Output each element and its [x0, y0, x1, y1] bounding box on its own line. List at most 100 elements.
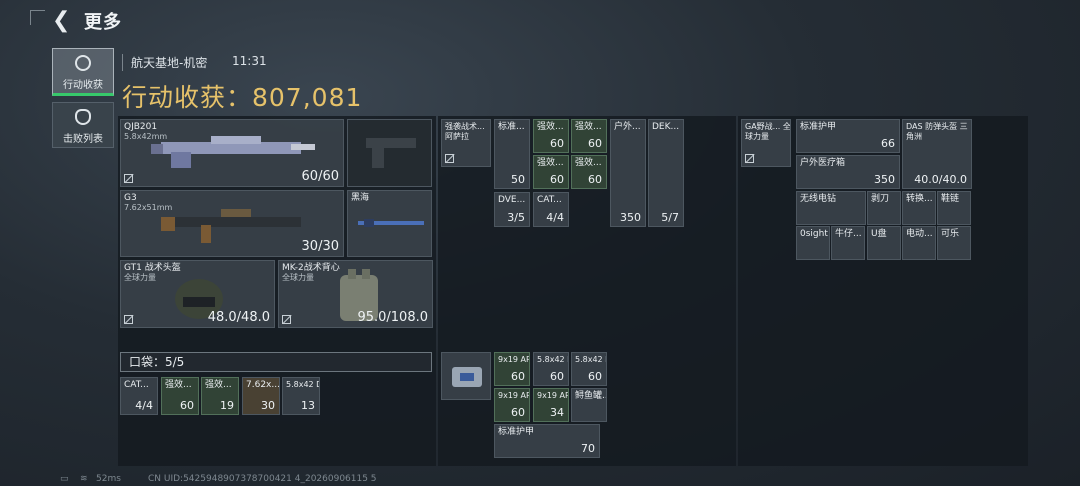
rig-item[interactable]: DEK... 5/7: [648, 119, 684, 227]
pouch-item[interactable]: 标准护甲 70: [494, 424, 600, 458]
item-count: 70: [581, 442, 595, 455]
item-name: DEK...: [652, 122, 680, 132]
rig-item[interactable]: 强效... 60: [533, 119, 569, 153]
rig-item[interactable]: CAT... 4/4: [533, 192, 569, 227]
armor-brand: 全球力量: [282, 273, 314, 282]
map-name: 航天基地-机密: [122, 54, 207, 71]
secondary-weapon-slot[interactable]: G3 7.62x51mm 30/30: [120, 190, 344, 257]
item-count: 60: [180, 399, 194, 412]
weapon-ammo: 30/30: [301, 239, 339, 254]
pocket-item[interactable]: 5.8x42 DBP10 13: [282, 377, 320, 415]
pocket-item[interactable]: 强效... 60: [161, 377, 199, 415]
tab-kill-list[interactable]: 击败列表: [52, 102, 114, 148]
item-name: 强效...: [575, 158, 602, 168]
backpack-item[interactable]: 0sight: [796, 226, 830, 260]
item-name: 可乐: [941, 229, 960, 239]
pouch-item[interactable]: 9x19 AP6.3 60: [494, 388, 530, 422]
no-insurance-icon: [124, 315, 133, 324]
backpack-item[interactable]: 可乐: [937, 226, 971, 260]
item-name: 强效...: [205, 380, 232, 390]
page-title: 更多: [84, 12, 122, 33]
melee-slot[interactable]: 黑海: [347, 190, 432, 257]
pouch-item[interactable]: 9x19 AP6.3 60: [494, 352, 530, 386]
backpack-item[interactable]: DAS 防弹头盔 三角洲 40.0/40.0: [902, 119, 972, 189]
backpack-item[interactable]: 鞋链: [937, 191, 971, 225]
no-insurance-icon: [282, 315, 291, 324]
item-count: 40.0/40.0: [914, 173, 967, 186]
item-name: 无线电钻: [800, 194, 837, 204]
backpack-item[interactable]: 转换...: [902, 191, 936, 225]
pocket-item[interactable]: 强效... 19: [201, 377, 239, 415]
pistol-slot[interactable]: [347, 119, 432, 187]
armor-name: MK-2战术背心: [282, 263, 340, 273]
rig-item[interactable]: 标准... 50: [494, 119, 530, 189]
backpack-item[interactable]: 剥刀: [867, 191, 901, 225]
no-insurance-icon: [745, 154, 754, 163]
item-name: 标准护甲: [800, 122, 837, 132]
item-name: CAT...: [537, 195, 562, 205]
item-name: 5.8x42 DBP10: [575, 355, 606, 364]
pouch-item[interactable]: 鲟鱼罐...: [571, 388, 607, 422]
haul-total: 行动收获：807,081: [122, 83, 363, 112]
backpack-item[interactable]: 标准护甲 66: [796, 119, 900, 153]
backpack-item[interactable]: 牛仔...: [831, 226, 865, 260]
item-name: 标准护甲: [498, 427, 535, 437]
secure-case-slot[interactable]: [441, 352, 491, 400]
rig-item[interactable]: DVE... 3/5: [494, 192, 530, 227]
back-arrow-icon[interactable]: ❮: [52, 8, 78, 34]
backpack-item[interactable]: 电动...: [902, 226, 936, 260]
pouch-item[interactable]: 5.8x42 DBP10 60: [571, 352, 607, 386]
backpack-item[interactable]: U盘: [867, 226, 901, 260]
item-count: 60: [588, 370, 602, 383]
melee-name: 黑海: [351, 193, 370, 203]
item-count: 60: [588, 173, 602, 186]
item-name: 5.8x42 DBP10: [537, 355, 568, 364]
pistol-icon: [366, 138, 416, 168]
item-count: 50: [511, 173, 525, 186]
item-count: 30: [261, 399, 275, 412]
no-insurance-icon: [124, 174, 133, 183]
item-name: U盘: [871, 229, 887, 239]
item-name: 强效...: [537, 158, 564, 168]
item-name: 强效...: [537, 122, 564, 132]
item-name: 鲟鱼罐...: [575, 391, 606, 401]
rig-item[interactable]: 强效... 60: [533, 155, 569, 189]
rifle-icon: [161, 209, 301, 243]
helmet-name: GT1 战术头盔: [124, 263, 181, 273]
knife-icon: [358, 219, 424, 227]
rig-item[interactable]: 户外... 350: [610, 119, 646, 227]
backpack-item[interactable]: 无线电钻: [796, 191, 866, 225]
uid: CN UID:5425948907378700421 4_20260906115…: [148, 474, 377, 484]
item-name: 户外...: [614, 122, 641, 132]
backpack-slot[interactable]: GA野战... 全球力量: [741, 119, 791, 167]
tab-action-haul[interactable]: 行动收获: [52, 48, 114, 96]
item-name: 0sight: [800, 229, 828, 239]
primary-weapon-slot[interactable]: QJB201 5.8x42mm 60/60: [120, 119, 344, 187]
pocket-item[interactable]: 7.62x... 30: [242, 377, 280, 415]
item-name: 9x19 AP6.3: [498, 391, 530, 400]
item-count: 60: [511, 406, 525, 419]
backpack-name: GA野战... 全球力量: [745, 122, 791, 141]
item-count: 350: [874, 173, 895, 186]
helmet-slot[interactable]: GT1 战术头盔 全球力量 48.0/48.0: [120, 260, 275, 328]
item-name: 剥刀: [871, 194, 890, 204]
armor-slot[interactable]: MK-2战术背心 全球力量 95.0/108.0: [278, 260, 433, 328]
pocket-header: 口袋：5/5: [120, 352, 432, 372]
item-count: 350: [620, 211, 641, 224]
item-count: 60: [550, 137, 564, 150]
chest-rig-slot[interactable]: 强袭战术... 阿萨拉: [441, 119, 491, 167]
rig-item[interactable]: 强效... 60: [571, 155, 607, 189]
rig-item[interactable]: 强效... 60: [571, 119, 607, 153]
pocket-item[interactable]: CAT... 4/4: [120, 377, 158, 415]
ping: 52ms: [96, 474, 121, 484]
item-count: 66: [881, 137, 895, 150]
item-name: 9x19 AP6.3: [498, 355, 530, 364]
item-count: 4/4: [546, 211, 564, 224]
raid-time: 11:31: [232, 54, 267, 68]
item-name: 电动...: [906, 229, 933, 239]
item-count: 19: [220, 399, 234, 412]
backpack-item[interactable]: 户外医疗箱 350: [796, 155, 900, 189]
pouch-item[interactable]: 9x19 AP6.3 34: [533, 388, 569, 422]
item-count: 5/7: [661, 211, 679, 224]
pouch-item[interactable]: 5.8x42 DBP10 60: [533, 352, 569, 386]
